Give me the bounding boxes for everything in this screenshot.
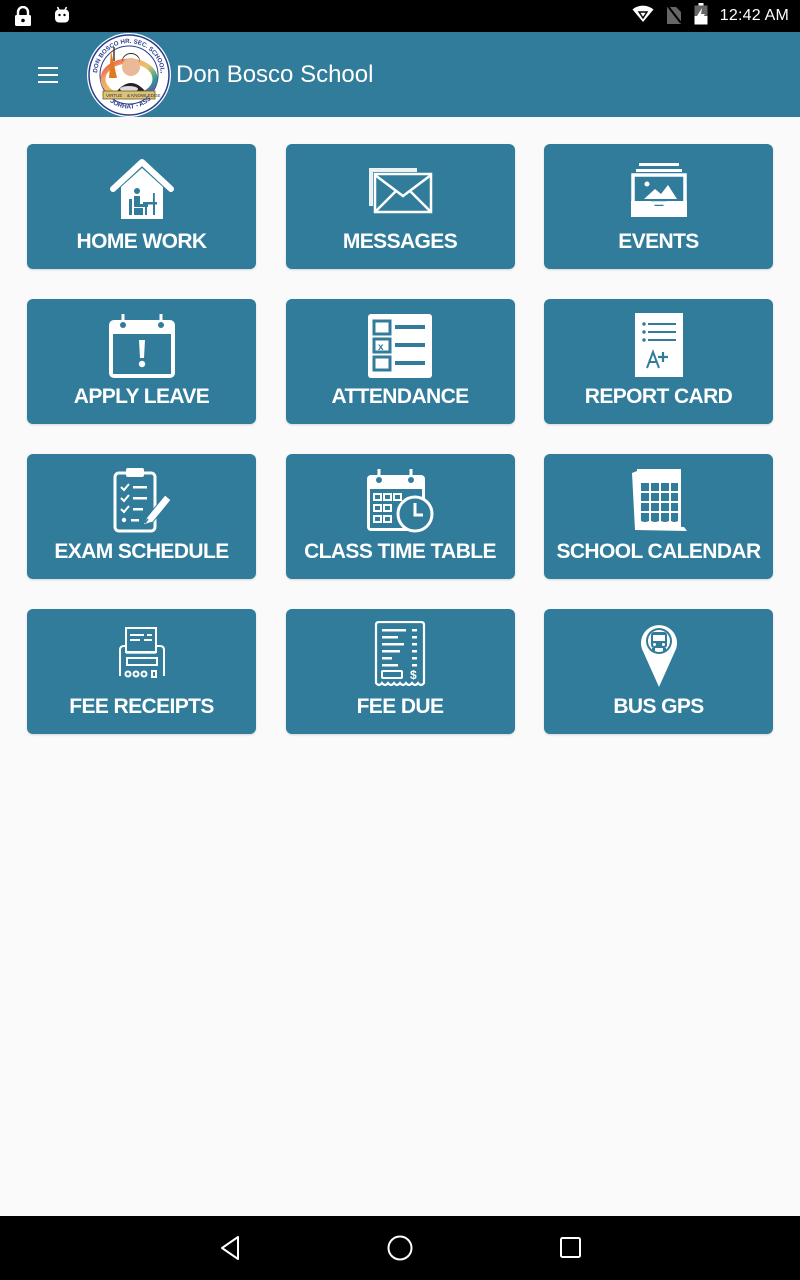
tile-label: CLASS TIME TABLE bbox=[304, 540, 496, 563]
tile-messages[interactable]: MESSAGES bbox=[285, 144, 515, 269]
tile-label: FEE DUE bbox=[356, 695, 444, 718]
menu-grid: HOME WORK MESSAGES EVENTS APPLY LEAVE x … bbox=[27, 144, 773, 734]
no-sim-icon bbox=[666, 3, 682, 29]
tile-label: EVENTS bbox=[618, 230, 699, 253]
report-card-icon bbox=[619, 311, 699, 379]
app-title: Don Bosco School bbox=[176, 61, 374, 88]
svg-text:$: $ bbox=[410, 668, 417, 682]
tile-label: REPORT CARD bbox=[584, 385, 733, 408]
lock-icon bbox=[14, 5, 32, 31]
clipboard-check-icon bbox=[102, 466, 182, 534]
tile-label: MESSAGES bbox=[342, 230, 458, 253]
android-icon bbox=[54, 6, 70, 31]
tile-events[interactable]: EVENTS bbox=[544, 144, 773, 269]
tile-bus-gps[interactable]: BUS GPS bbox=[544, 609, 773, 734]
bus-location-pin-icon bbox=[619, 621, 699, 689]
tile-label: HOME WORK bbox=[76, 230, 208, 253]
wifi-icon bbox=[632, 5, 654, 28]
recents-button[interactable] bbox=[557, 1233, 587, 1263]
tile-class-time-table[interactable]: CLASS TIME TABLE bbox=[285, 454, 515, 579]
logo-banner-left: VIRTUE bbox=[106, 93, 122, 98]
home-icon bbox=[386, 1235, 416, 1267]
tile-apply-leave[interactable]: APPLY LEAVE bbox=[27, 299, 256, 424]
hamburger-menu-icon bbox=[28, 67, 68, 97]
receipt-printer-icon bbox=[102, 621, 182, 689]
menu-button[interactable] bbox=[28, 57, 68, 93]
wall-calendar-icon bbox=[619, 466, 699, 534]
tile-label: EXAM SCHEDULE bbox=[54, 540, 229, 563]
tile-label: BUS GPS bbox=[613, 695, 704, 718]
envelope-icon bbox=[360, 156, 440, 224]
tile-label: SCHOOL CALENDAR bbox=[556, 540, 761, 563]
app-bar: VIRTUE & KNOWLEDGE DON BOSCO HR. SEC. SC… bbox=[0, 32, 800, 117]
tile-home-work[interactable]: HOME WORK bbox=[27, 144, 256, 269]
navigation-bar bbox=[0, 1216, 800, 1280]
home-button[interactable] bbox=[386, 1233, 416, 1263]
battery-charging-icon bbox=[694, 2, 708, 30]
recents-icon bbox=[557, 1237, 587, 1267]
tile-label: FEE RECEIPTS bbox=[69, 695, 214, 718]
tile-school-calendar[interactable]: SCHOOL CALENDAR bbox=[544, 454, 773, 579]
tile-exam-schedule[interactable]: EXAM SCHEDULE bbox=[27, 454, 256, 579]
calendar-clock-icon bbox=[360, 466, 440, 534]
tile-fee-due[interactable]: $ FEE DUE bbox=[285, 609, 515, 734]
status-bar: 12:42 AM bbox=[0, 0, 800, 32]
tile-report-card[interactable]: REPORT CARD bbox=[544, 299, 773, 424]
tile-fee-receipts[interactable]: FEE RECEIPTS bbox=[27, 609, 256, 734]
bill-icon: $ bbox=[360, 621, 440, 689]
svg-text:x: x bbox=[378, 342, 384, 353]
back-icon bbox=[216, 1236, 246, 1267]
school-logo: VIRTUE & KNOWLEDGE DON BOSCO HR. SEC. SC… bbox=[87, 33, 171, 117]
tile-attendance[interactable]: x ATTENDANCE bbox=[285, 299, 515, 424]
house-study-icon bbox=[102, 156, 182, 224]
clock: 12:42 AM bbox=[719, 7, 789, 24]
calendar-alert-icon bbox=[102, 311, 182, 379]
tile-label: ATTENDANCE bbox=[331, 385, 469, 408]
back-button[interactable] bbox=[216, 1233, 246, 1263]
photo-album-icon bbox=[619, 156, 699, 224]
logo-banner-right: & KNOWLEDGE bbox=[127, 93, 161, 98]
checklist-icon: x bbox=[360, 311, 440, 379]
tile-label: APPLY LEAVE bbox=[73, 385, 210, 408]
